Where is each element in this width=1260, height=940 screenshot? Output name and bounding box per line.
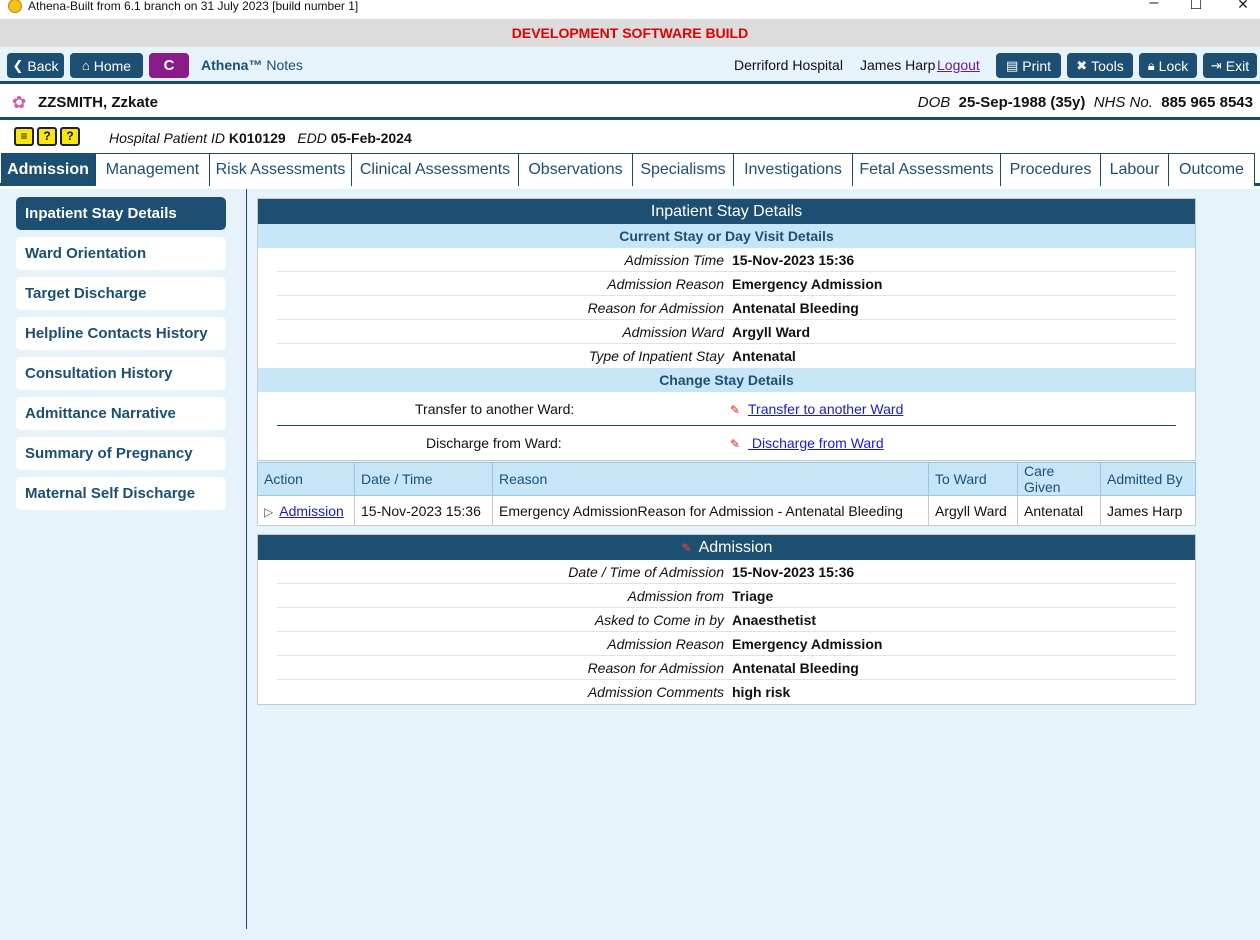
- sidebar-item-consultation-history[interactable]: Consultation History: [16, 357, 226, 390]
- admission-link[interactable]: Admission: [279, 503, 344, 519]
- print-button[interactable]: ▤ Print: [996, 53, 1061, 78]
- close-icon[interactable]: ✕: [1228, 0, 1258, 13]
- patient-banner: ✿ ZZSMITH, Zzkate DOB 25-Sep-1988 (35y) …: [0, 87, 1260, 120]
- sidebar: Inpatient Stay Details Ward Orientation …: [0, 189, 247, 929]
- detail-row: Admission Comments high risk: [587, 684, 791, 700]
- tab-labour[interactable]: Labour: [1100, 153, 1169, 186]
- back-button[interactable]: ❮ Back: [7, 53, 64, 78]
- column-header[interactable]: Admitted By: [1100, 462, 1196, 496]
- dev-build-banner: DEVELOPMENT SOFTWARE BUILD: [0, 19, 1260, 47]
- admission-panel: ✎ Admission Date / Time of Admission 15-No…: [257, 534, 1196, 705]
- user-name: James Harp: [860, 57, 936, 73]
- detail-row: Admission Ward Argyll Ward: [277, 320, 1176, 344]
- panel-title: Inpatient Stay Details: [258, 199, 1195, 224]
- column-header[interactable]: Care Given: [1017, 462, 1101, 496]
- column-header[interactable]: Date / Time: [354, 462, 493, 496]
- change-stay-header: Change Stay Details: [258, 368, 1195, 392]
- transfer-link[interactable]: ✎ Transfer to another Ward: [730, 401, 903, 417]
- current-stay-rows: Admission Time 15-Nov-2023 15:36 Admissio…: [258, 248, 1195, 368]
- main-tabs: Admission Management Risk Assessments Cl…: [0, 153, 1260, 186]
- lock-icon: 🔒︎: [1147, 57, 1155, 73]
- detail-row: Asked to Come in by Anaesthetist: [277, 608, 1176, 632]
- tab-fetal-assessments[interactable]: Fetal Assessments: [852, 153, 1001, 186]
- sidebar-item-admittance-narrative[interactable]: Admittance Narrative: [16, 397, 226, 430]
- patient-identifiers: DOB 25-Sep-1988 (35y) NHS No. 885 965 85…: [917, 94, 1253, 111]
- discharge-link[interactable]: ✎ Discharge from Ward: [730, 435, 884, 451]
- list-alert-icon[interactable]: ≡: [14, 127, 34, 146]
- logout-link[interactable]: Logout: [937, 57, 980, 73]
- main-content: Inpatient Stay Details Ward Orientation …: [0, 189, 1260, 940]
- hospital-name: Derriford Hospital: [734, 57, 843, 73]
- detail-row: Type of Inpatient Stay Antenatal: [588, 348, 796, 364]
- tab-procedures[interactable]: Procedures: [1000, 153, 1101, 186]
- tab-investigations[interactable]: Investigations: [733, 153, 853, 186]
- discharge-row: Discharge from Ward: ✎ Discharge from Wa…: [426, 435, 884, 451]
- detail-row: Date / Time of Admission 15-Nov-2023 15:3…: [277, 560, 1176, 584]
- tools-button[interactable]: ✖ Tools: [1067, 53, 1133, 78]
- question-icon[interactable]: ?: [60, 127, 80, 146]
- alert-icons: ≡ ? ?: [14, 127, 80, 146]
- table-header-row: Action Date / Time Reason To Ward Care G…: [257, 462, 1196, 496]
- sidebar-item-ward-orientation[interactable]: Ward Orientation: [16, 237, 226, 270]
- sidebar-item-inpatient-stay-details[interactable]: Inpatient Stay Details: [16, 197, 226, 230]
- patient-nhs-number: 885 965 8543: [1161, 94, 1253, 111]
- patient-name: ZZSMITH, Zzkate: [38, 94, 159, 111]
- detail-row: Reason for Admission Antenatal Bleeding: [277, 656, 1176, 680]
- app-icon: [8, 0, 22, 13]
- pencil-icon: ✎: [730, 403, 741, 417]
- hospital-patient-id: Hospital Patient ID K010129 EDD 05-Feb-2…: [109, 130, 412, 146]
- lock-button[interactable]: 🔒︎ Lock: [1139, 53, 1197, 78]
- c-button[interactable]: C: [149, 53, 189, 78]
- table-row[interactable]: ▷ Admission 15-Nov-2023 15:36 Emergency A…: [257, 495, 1196, 526]
- tab-clinical-assessments[interactable]: Clinical Assessments: [351, 153, 519, 186]
- tab-admission[interactable]: Admission: [1, 153, 95, 186]
- detail-row: Reason for Admission Antenatal Bleeding: [277, 296, 1176, 320]
- tab-risk-assessments[interactable]: Risk Assessments: [209, 153, 352, 186]
- patient-dob: 25-Sep-1988 (35y): [958, 94, 1086, 111]
- current-stay-header: Current Stay or Day Visit Details: [258, 224, 1195, 248]
- transfer-row: Transfer to another Ward: ✎ Transfer to a…: [258, 392, 1195, 426]
- exit-button[interactable]: ⇥ Exit: [1203, 53, 1257, 78]
- admission-panel-title: ✎ Admission: [258, 535, 1195, 560]
- flower-icon: ✿: [12, 93, 27, 112]
- window-title: Athena-Built from 6.1 branch on 31 July …: [28, 0, 359, 13]
- window-titlebar: Athena-Built from 6.1 branch on 31 July …: [0, 0, 1260, 19]
- maximize-icon[interactable]: ☐: [1181, 0, 1211, 13]
- tab-observations[interactable]: Observations: [518, 153, 633, 186]
- stay-history-table: Action Date / Time Reason To Ward Care G…: [257, 462, 1196, 526]
- exit-icon: ⇥: [1210, 57, 1222, 73]
- tools-icon: ✖: [1076, 57, 1088, 73]
- detail-row: Admission Time 15-Nov-2023 15:36: [277, 248, 1176, 272]
- sidebar-item-maternal-self-discharge[interactable]: Maternal Self Discharge: [16, 477, 226, 510]
- tab-specialisms[interactable]: Specialisms: [632, 153, 734, 186]
- pencil-icon: ✎: [730, 437, 741, 451]
- pencil-icon[interactable]: ✎: [681, 535, 693, 555]
- printer-icon: ▤: [1005, 57, 1019, 73]
- sidebar-item-helpline-contacts-history[interactable]: Helpline Contacts History: [16, 317, 226, 350]
- patient-info-bar: ≡ ? ? Hospital Patient ID K010129 EDD 05…: [0, 123, 1260, 151]
- detail-row: Admission Reason Emergency Admission: [277, 632, 1176, 656]
- tab-management[interactable]: Management: [95, 153, 210, 186]
- minimize-icon[interactable]: –: [1139, 0, 1169, 12]
- app-name: Athena™ Notes: [201, 57, 303, 73]
- column-header[interactable]: To Ward: [928, 462, 1018, 496]
- expand-icon[interactable]: ▷: [264, 505, 273, 519]
- question-icon[interactable]: ?: [37, 127, 57, 146]
- chevron-left-icon: ❮: [12, 57, 24, 73]
- sidebar-item-summary-of-pregnancy[interactable]: Summary of Pregnancy: [16, 437, 226, 470]
- home-button[interactable]: ⌂ Home: [70, 53, 143, 78]
- admission-rows: Date / Time of Admission 15-Nov-2023 15:3…: [258, 560, 1195, 704]
- tab-outcome[interactable]: Outcome: [1168, 153, 1255, 186]
- detail-row: Admission from Triage: [277, 584, 1176, 608]
- detail-row: Admission Reason Emergency Admission: [277, 272, 1176, 296]
- sidebar-item-target-discharge[interactable]: Target Discharge: [16, 277, 226, 310]
- column-header[interactable]: Action: [257, 462, 355, 496]
- home-icon: ⌂: [81, 58, 90, 73]
- top-nav: ❮ Back ⌂ Home C Athena™ Notes Derriford Ho…: [0, 47, 1260, 84]
- inpatient-stay-panel: Inpatient Stay Details Current Stay or D…: [257, 198, 1196, 461]
- column-header[interactable]: Reason: [492, 462, 929, 496]
